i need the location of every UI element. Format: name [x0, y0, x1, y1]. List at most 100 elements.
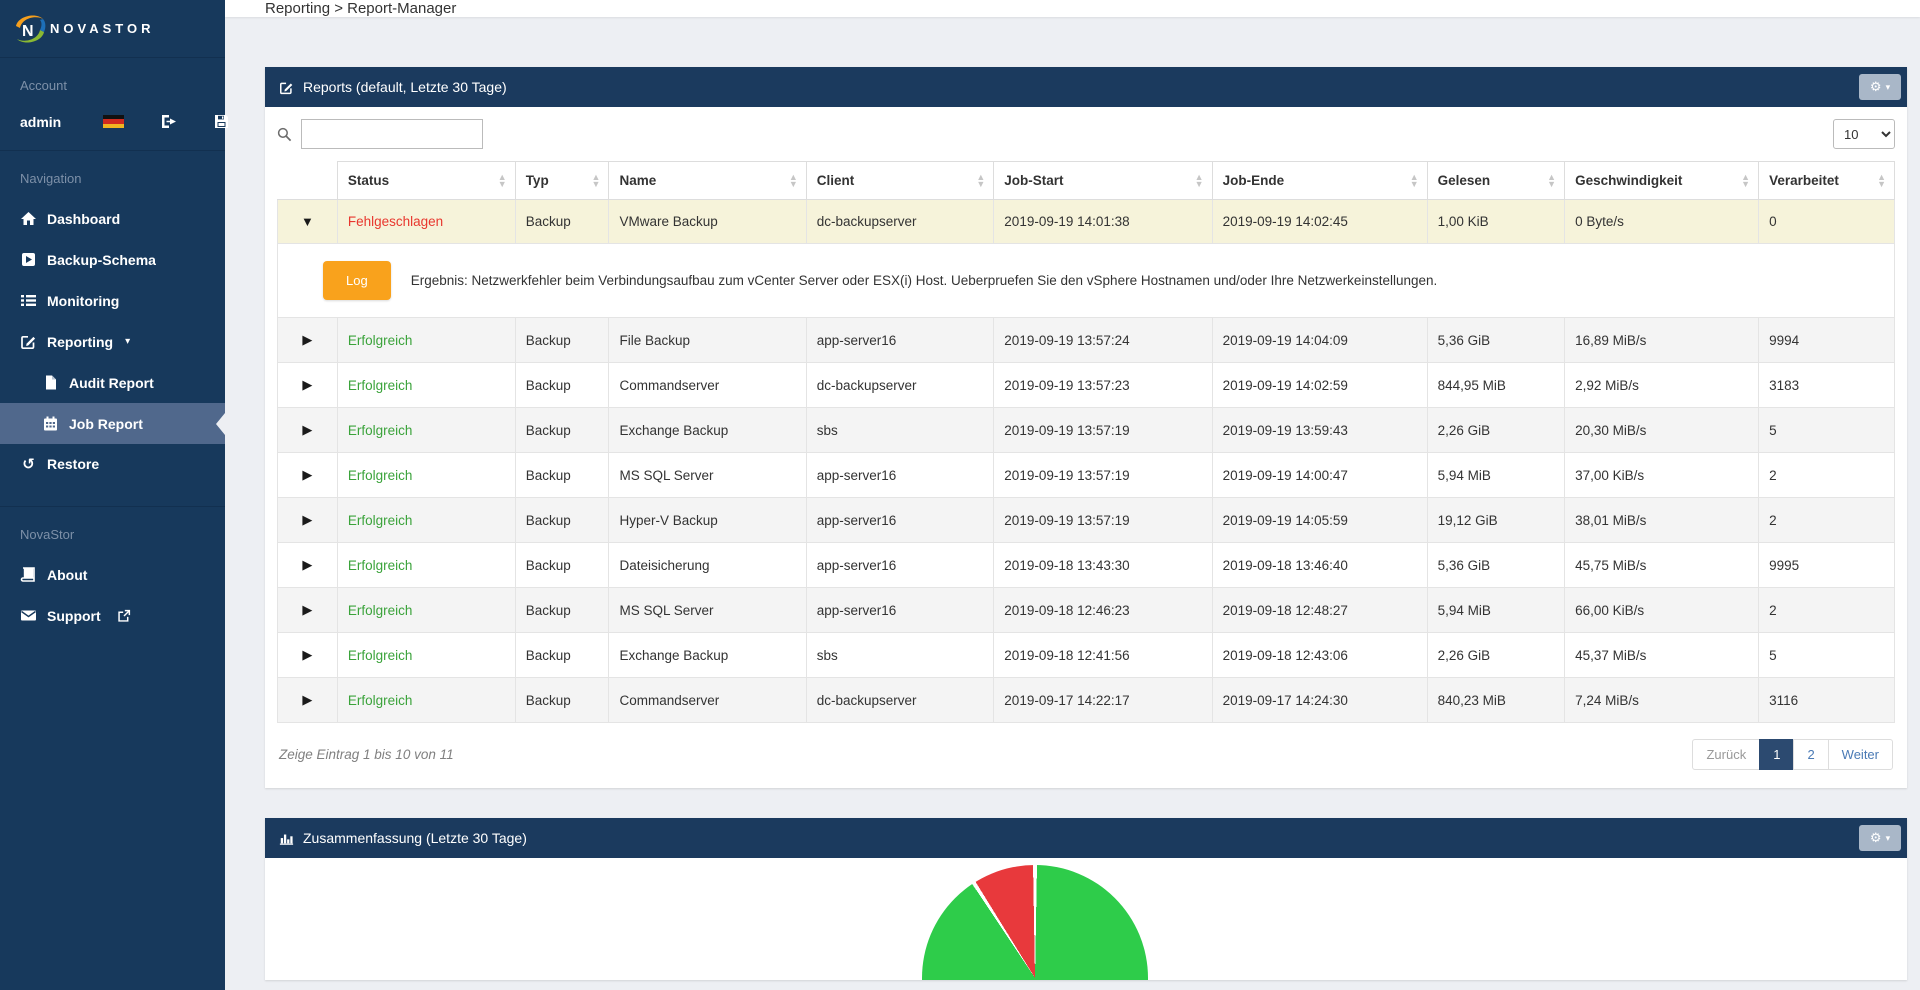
- cell-geschwindigkeit: 20,30 MiB/s: [1565, 408, 1759, 453]
- nav-label: Monitoring: [47, 293, 119, 309]
- file-icon: [42, 374, 59, 391]
- entries-info: Zeige Eintrag 1 bis 10 von 11: [279, 747, 454, 762]
- cell-name: Commandserver: [609, 678, 806, 723]
- sidebar-item-backup-schema[interactable]: Backup-Schema: [0, 239, 225, 280]
- sidebar-item-monitoring[interactable]: Monitoring: [0, 280, 225, 321]
- cell-start: 2019-09-17 14:22:17: [994, 678, 1212, 723]
- cell-status: Erfolgreich: [337, 453, 515, 498]
- column-header-client[interactable]: Client▲▼: [806, 162, 994, 200]
- row-expand-icon[interactable]: ▶: [278, 453, 338, 498]
- sort-icon: ▲▼: [1741, 174, 1750, 188]
- row-expand-icon[interactable]: ▶: [278, 408, 338, 453]
- backup-schema-icon: [20, 251, 37, 268]
- nav-label: Dashboard: [47, 211, 120, 227]
- summary-settings-button[interactable]: ⚙ ▾: [1859, 825, 1901, 851]
- header-row: Status▲▼ Typ▲▼ Name▲▼ Client▲▼ Job-Start…: [278, 162, 1895, 200]
- row-expand-icon[interactable]: ▶: [278, 318, 338, 363]
- cell-ende: 2019-09-19 14:02:59: [1212, 363, 1427, 408]
- pagination-next-button[interactable]: Weiter: [1828, 739, 1893, 770]
- novastor-section-label: NovaStor: [0, 507, 225, 550]
- table-row: ▶ErfolgreichBackupFile Backupapp-server1…: [278, 318, 1895, 363]
- logo[interactable]: N NOVASTOR: [0, 0, 225, 58]
- cell-geschwindigkeit: 45,75 MiB/s: [1565, 543, 1759, 588]
- cell-status: Erfolgreich: [337, 678, 515, 723]
- cell-name: File Backup: [609, 318, 806, 363]
- pagination-prev-button[interactable]: Zurück: [1692, 739, 1760, 770]
- log-button[interactable]: Log: [323, 261, 391, 300]
- cell-client: app-server16: [806, 543, 994, 588]
- bar-chart-icon: [279, 831, 294, 846]
- reports-panel-header: Reports (default, Letzte 30 Tage) ⚙ ▾: [265, 67, 1907, 107]
- cell-typ: Backup: [515, 200, 609, 244]
- cell-name: Commandserver: [609, 363, 806, 408]
- table-toolbar: 10: [277, 119, 1895, 149]
- row-expand-icon[interactable]: ▶: [278, 363, 338, 408]
- cell-client: app-server16: [806, 318, 994, 363]
- cell-geschwindigkeit: 0 Byte/s: [1565, 200, 1759, 244]
- sign-out-icon[interactable]: [160, 113, 177, 130]
- column-header-job-ende[interactable]: Job-Ende▲▼: [1212, 162, 1427, 200]
- cell-gelesen: 2,26 GiB: [1427, 633, 1564, 678]
- column-header-name[interactable]: Name▲▼: [609, 162, 806, 200]
- save-icon[interactable]: [213, 113, 230, 130]
- breadcrumb: Reporting > Report-Manager: [225, 0, 1920, 17]
- sidebar-item-restore[interactable]: ↺ Restore: [0, 444, 225, 484]
- account-username: admin: [20, 114, 61, 130]
- cell-ende: 2019-09-19 14:04:09: [1212, 318, 1427, 363]
- cell-typ: Backup: [515, 588, 609, 633]
- cell-verarbeitet: 2: [1759, 453, 1895, 498]
- cell-status: Erfolgreich: [337, 633, 515, 678]
- cell-typ: Backup: [515, 318, 609, 363]
- row-expand-icon[interactable]: ▶: [278, 633, 338, 678]
- row-expand-icon[interactable]: ▶: [278, 498, 338, 543]
- page-size-select[interactable]: 10: [1833, 119, 1895, 149]
- sidebar-item-audit-report[interactable]: Audit Report: [0, 362, 225, 403]
- sidebar-item-dashboard[interactable]: Dashboard: [0, 198, 225, 239]
- row-collapse-icon[interactable]: ▼: [278, 200, 338, 244]
- sidebar: N NOVASTOR Account admin: [0, 0, 225, 990]
- cell-client: sbs: [806, 408, 994, 453]
- column-header-gelesen[interactable]: Gelesen▲▼: [1427, 162, 1564, 200]
- reports-table-head: Status▲▼ Typ▲▼ Name▲▼ Client▲▼ Job-Start…: [278, 162, 1895, 200]
- app-root: N NOVASTOR Account admin: [0, 0, 1920, 990]
- expanded-detail-row: LogErgebnis: Netzwerkfehler beim Verbind…: [278, 244, 1895, 318]
- cell-typ: Backup: [515, 633, 609, 678]
- reports-settings-button[interactable]: ⚙ ▾: [1859, 74, 1901, 100]
- summary-panel-body: [265, 858, 1907, 980]
- cell-status: Fehlgeschlagen: [337, 200, 515, 244]
- nav-label: Backup-Schema: [47, 252, 156, 268]
- cell-status: Erfolgreich: [337, 408, 515, 453]
- row-expand-icon[interactable]: ▶: [278, 588, 338, 633]
- pagination-page-1-button[interactable]: 1: [1759, 739, 1794, 770]
- cell-client: dc-backupserver: [806, 678, 994, 723]
- sidebar-item-reporting[interactable]: Reporting ▾: [0, 321, 225, 362]
- cell-verarbeitet: 2: [1759, 588, 1895, 633]
- nav-label: Restore: [47, 456, 99, 472]
- cell-ende: 2019-09-18 13:46:40: [1212, 543, 1427, 588]
- novastor-logo-icon: N: [12, 12, 48, 46]
- sidebar-item-support[interactable]: Support: [0, 595, 225, 636]
- status-pie-chart: [922, 865, 1148, 980]
- cell-name: VMware Backup: [609, 200, 806, 244]
- envelope-icon: [20, 607, 37, 624]
- summary-panel-title: Zusammenfassung (Letzte 30 Tage): [303, 830, 527, 846]
- table-row: ▶ErfolgreichBackupExchange Backupsbs2019…: [278, 408, 1895, 453]
- reports-table-body: ▼FehlgeschlagenBackupVMware Backupdc-bac…: [278, 200, 1895, 723]
- cell-status: Erfolgreich: [337, 498, 515, 543]
- row-expand-icon[interactable]: ▶: [278, 678, 338, 723]
- cell-gelesen: 5,36 GiB: [1427, 318, 1564, 363]
- column-header-verarbeitet[interactable]: Verarbeitet▲▼: [1759, 162, 1895, 200]
- column-header-status[interactable]: Status▲▼: [337, 162, 515, 200]
- column-header-geschwindigkeit[interactable]: Geschwindigkeit▲▼: [1565, 162, 1759, 200]
- column-header-typ[interactable]: Typ▲▼: [515, 162, 609, 200]
- sidebar-item-about[interactable]: About: [0, 554, 225, 595]
- row-expand-icon[interactable]: ▶: [278, 543, 338, 588]
- language-flag-german-icon[interactable]: [103, 115, 124, 128]
- cell-status: Erfolgreich: [337, 318, 515, 363]
- column-header-job-start[interactable]: Job-Start▲▼: [994, 162, 1212, 200]
- sidebar-item-job-report[interactable]: Job Report: [0, 403, 225, 444]
- search-input[interactable]: [301, 119, 483, 149]
- cell-typ: Backup: [515, 678, 609, 723]
- chevron-down-icon: ▾: [1886, 82, 1891, 93]
- pagination-page-2-button[interactable]: 2: [1793, 739, 1828, 770]
